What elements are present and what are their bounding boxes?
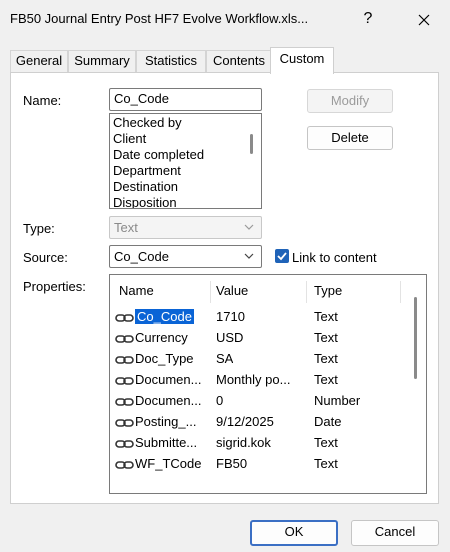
row-type: Text bbox=[314, 372, 338, 387]
row-name: Co_Code bbox=[135, 309, 194, 324]
table-row[interactable]: Doc_Type SA Text bbox=[110, 349, 410, 369]
close-button[interactable] bbox=[402, 5, 446, 33]
column-divider[interactable] bbox=[400, 281, 401, 303]
row-name: Documen... bbox=[135, 393, 202, 408]
table-row[interactable]: Submitte... sigrid.kok Text bbox=[110, 433, 410, 453]
table-row[interactable]: Documen... Monthly po... Text bbox=[110, 370, 410, 390]
tab-contents-label: Contents bbox=[212, 53, 266, 68]
type-label: Type: bbox=[23, 221, 55, 236]
list-item[interactable]: Department bbox=[110, 163, 261, 179]
chevron-down-icon bbox=[244, 224, 254, 230]
title-bar: FB50 Journal Entry Post HF7 Evolve Workf… bbox=[0, 0, 450, 38]
properties-label: Properties: bbox=[23, 279, 86, 294]
row-value: 1710 bbox=[216, 309, 245, 324]
link-icon bbox=[115, 314, 134, 322]
source-label: Source: bbox=[23, 250, 68, 265]
row-value: Monthly po... bbox=[216, 372, 291, 387]
row-name: Submitte... bbox=[135, 435, 198, 450]
table-row[interactable]: Co_Code 1710 Text bbox=[110, 307, 410, 327]
link-icon bbox=[115, 419, 134, 427]
column-header-type[interactable]: Type bbox=[314, 283, 342, 298]
row-type: Text bbox=[314, 435, 338, 450]
source-select[interactable]: Co_Code bbox=[109, 245, 262, 268]
row-value: SA bbox=[216, 351, 234, 366]
row-type: Text bbox=[314, 330, 338, 345]
row-name: Documen... bbox=[135, 372, 202, 387]
tab-general-label: General bbox=[15, 53, 63, 68]
tab-statistics-label: Statistics bbox=[144, 53, 197, 68]
close-icon bbox=[418, 14, 430, 25]
row-name: WF_TCode bbox=[135, 456, 202, 471]
type-select[interactable]: Text bbox=[109, 216, 262, 239]
row-name: Doc_Type bbox=[135, 351, 194, 366]
list-item[interactable]: Client bbox=[110, 131, 261, 147]
link-to-content-checkbox[interactable] bbox=[275, 249, 289, 263]
table-row[interactable]: Currency USD Text bbox=[110, 328, 410, 348]
row-type: Number bbox=[314, 393, 361, 408]
link-icon bbox=[115, 377, 134, 385]
row-name: Currency bbox=[135, 330, 188, 345]
name-list[interactable]: Checked by Client Date completed Departm… bbox=[109, 113, 262, 209]
cancel-button[interactable]: Cancel bbox=[351, 520, 439, 546]
link-icon bbox=[115, 335, 134, 343]
link-icon bbox=[115, 398, 134, 406]
checkmark-icon bbox=[277, 252, 287, 261]
list-item[interactable]: Destination bbox=[110, 179, 261, 195]
row-type: Text bbox=[314, 309, 338, 324]
help-button[interactable]: ? bbox=[346, 5, 390, 33]
column-divider[interactable] bbox=[306, 281, 307, 303]
name-input[interactable]: Co_Code bbox=[109, 88, 262, 111]
delete-button[interactable]: Delete bbox=[307, 126, 393, 150]
link-icon bbox=[115, 440, 134, 448]
list-item[interactable]: Date completed bbox=[110, 147, 261, 163]
link-icon bbox=[115, 461, 134, 469]
window-title: FB50 Journal Entry Post HF7 Evolve Workf… bbox=[10, 11, 309, 26]
name-label: Name: bbox=[23, 93, 62, 108]
ok-button[interactable]: OK bbox=[250, 520, 338, 546]
tab-custom[interactable]: Custom bbox=[270, 47, 334, 74]
row-type: Date bbox=[314, 414, 342, 429]
type-select-value: Text bbox=[114, 220, 138, 235]
link-icon bbox=[115, 356, 134, 364]
list-scrollbar[interactable] bbox=[250, 134, 253, 154]
list-item[interactable]: Checked by bbox=[110, 115, 261, 131]
column-divider[interactable] bbox=[210, 281, 211, 303]
table-row[interactable]: Documen... 0 Number bbox=[110, 391, 410, 411]
row-name: Posting_... bbox=[135, 414, 197, 429]
table-row[interactable]: WF_TCode FB50 Text bbox=[110, 454, 410, 474]
row-value: 0 bbox=[216, 393, 224, 408]
source-select-value: Co_Code bbox=[114, 249, 169, 264]
tab-contents[interactable]: Contents bbox=[206, 50, 272, 73]
row-value: sigrid.kok bbox=[216, 435, 271, 450]
properties-scrollbar[interactable] bbox=[414, 297, 417, 379]
column-header-name[interactable]: Name bbox=[119, 283, 154, 298]
chevron-down-icon bbox=[244, 253, 254, 259]
tab-summary-label: Summary bbox=[74, 53, 130, 68]
tab-custom-label: Custom bbox=[279, 51, 325, 66]
row-value: USD bbox=[216, 330, 244, 345]
row-type: Text bbox=[314, 456, 338, 471]
tab-summary[interactable]: Summary bbox=[68, 50, 136, 73]
tab-statistics[interactable]: Statistics bbox=[136, 50, 206, 73]
row-value: 9/12/2025 bbox=[216, 414, 274, 429]
properties-table: Name Value Type Co_Code 1710 Text Curren… bbox=[109, 274, 427, 494]
row-value: FB50 bbox=[216, 456, 248, 471]
row-type: Text bbox=[314, 351, 338, 366]
link-to-content-label: Link to content bbox=[292, 250, 377, 265]
list-item[interactable]: Disposition bbox=[110, 195, 261, 208]
tab-general[interactable]: General bbox=[10, 50, 68, 73]
column-header-value[interactable]: Value bbox=[216, 283, 248, 298]
table-row[interactable]: Posting_... 9/12/2025 Date bbox=[110, 412, 410, 432]
custom-panel: Name: Co_Code Checked by Client Date com… bbox=[10, 72, 439, 504]
modify-button[interactable]: Modify bbox=[307, 89, 393, 113]
